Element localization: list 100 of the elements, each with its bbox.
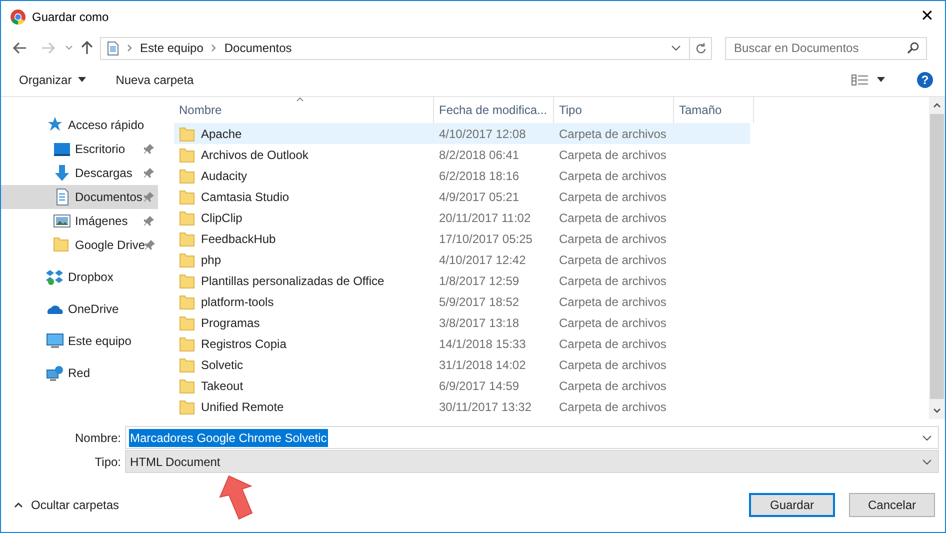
scrollbar[interactable] <box>929 97 945 419</box>
breadcrumb-link[interactable]: Este equipo <box>140 39 204 57</box>
file-type: Carpeta de archivos <box>558 168 668 184</box>
view-options-icon <box>851 74 869 86</box>
file-row[interactable]: Apache 4/10/2017 12:08 Carpeta de archivos <box>174 123 750 144</box>
sidebar-item[interactable]: Escritorio <box>1 137 158 161</box>
folder-icon <box>179 252 195 268</box>
type-dropdown[interactable]: HTML Document <box>125 450 939 473</box>
file-row[interactable]: FeedbackHub 17/10/2017 05:25 Carpeta de archivos <box>174 228 750 249</box>
file-name: Apache <box>201 126 242 142</box>
file-name: Archivos de Outlook <box>201 146 308 164</box>
sidebar-item[interactable]: Acceso rápido <box>1 113 158 137</box>
sidebar-item[interactable]: OneDrive <box>1 297 158 321</box>
folder-icon <box>53 236 71 254</box>
network-icon <box>46 364 64 382</box>
file-row[interactable]: ClipClip 20/11/2017 11:02 Carpeta de archivos <box>174 207 750 228</box>
file-type: Carpeta de archivos <box>558 336 668 352</box>
field-label: Tipo: <box>94 454 122 470</box>
sidebar-item[interactable]: Descargas <box>1 161 158 185</box>
sidebar-item[interactable]: Dropbox <box>1 265 158 289</box>
folder-icon <box>179 314 195 330</box>
folder-icon <box>179 378 195 394</box>
file-name: Plantillas personalizadas de Office <box>201 272 384 290</box>
file-type: Carpeta de archivos <box>558 356 668 374</box>
file-row[interactable]: Unified Remote 30/11/2017 13:32 Carpeta de archivos <box>174 396 750 417</box>
chevron-down-icon <box>65 45 73 51</box>
file-type: Carpeta de archivos <box>558 272 668 290</box>
file-row[interactable]: Audacity 6/2/2018 18:16 Carpeta de archivos <box>174 165 750 186</box>
file-name: Camtasia Studio <box>201 188 290 206</box>
down-arrow-icon <box>53 164 71 182</box>
folder-icon <box>179 230 195 246</box>
breadcrumb-link[interactable]: Documentos <box>224 39 292 57</box>
file-type: Carpeta de archivos <box>558 188 668 206</box>
sidebar-item[interactable]: Este equipo <box>1 329 158 353</box>
file-type: Carpeta de archivos <box>558 378 668 394</box>
address-bar[interactable]: Este equipo Documentos <box>100 36 712 60</box>
file-row[interactable]: Programas 3/8/2017 13:18 Carpeta de archivos <box>174 312 750 333</box>
organize-button[interactable]: Organizar <box>19 70 86 88</box>
chevron-down-icon <box>922 434 932 440</box>
folder-icon <box>179 146 195 162</box>
dialog-button[interactable]: Cancelar <box>849 493 935 517</box>
scroll-thumb[interactable] <box>930 114 944 399</box>
new-folder-button[interactable]: Nueva carpeta <box>116 70 194 88</box>
search-field[interactable]: Buscar en Documentos <box>725 36 927 60</box>
file-type: Carpeta de archivos <box>558 126 668 142</box>
file-type: Carpeta de archivos <box>558 230 668 248</box>
caret-down-icon <box>78 77 86 82</box>
file-date: 8/2/2018 06:41 <box>438 146 520 164</box>
up-arrow-icon <box>81 41 93 55</box>
file-type: Carpeta de archivos <box>558 398 668 416</box>
file-date: 4/10/2017 12:42 <box>438 252 527 268</box>
file-type: Carpeta de archivos <box>558 210 668 226</box>
file-row[interactable]: Plantillas personalizadas de Office 1/8/2017 12:59 Carpeta de archivos <box>174 270 750 291</box>
file-name: FeedbackHub <box>201 230 276 248</box>
search-icon <box>907 42 919 54</box>
file-date: 17/10/2017 05:25 <box>438 230 534 248</box>
file-row[interactable]: Solvetic 31/1/2018 14:02 Carpeta de archivos <box>174 354 750 375</box>
document-icon <box>107 40 119 56</box>
folder-icon <box>179 356 195 372</box>
file-type: Carpeta de archivos <box>558 294 668 310</box>
file-date: 5/9/2017 18:52 <box>438 294 520 310</box>
image-icon <box>53 212 71 230</box>
chevron-down-icon <box>922 458 932 464</box>
file-date: 20/11/2017 11:02 <box>438 210 532 226</box>
chevron-down-icon <box>671 45 681 51</box>
hide-folders-button[interactable]: Ocultar carpetas <box>14 496 120 514</box>
file-row[interactable]: Archivos de Outlook 8/2/2018 06:41 Carpeta de archivos <box>174 144 750 165</box>
folder-icon <box>179 168 195 184</box>
file-row[interactable]: Camtasia Studio 4/9/2017 05:21 Carpeta de archivos <box>174 186 750 207</box>
sidebar-item[interactable]: Documentos <box>1 185 158 209</box>
field-label: Nombre: <box>74 430 122 446</box>
dialog-button[interactable]: Guardar <box>749 493 835 517</box>
file-date: 1/8/2017 12:59 <box>438 272 520 290</box>
filename-field[interactable]: Marcadores Google Chrome Solvetic <box>125 426 939 449</box>
file-type: Carpeta de archivos <box>558 314 668 332</box>
file-date: 6/2/2018 18:16 <box>438 168 520 184</box>
file-type: Carpeta de archivos <box>558 252 668 268</box>
file-name: Programas <box>201 314 260 332</box>
file-date: 6/9/2017 14:59 <box>438 378 520 394</box>
help-button[interactable]: ? <box>917 72 933 88</box>
back-arrow-icon <box>13 42 27 54</box>
file-row[interactable]: Registros Copia 14/1/2018 15:33 Carpeta de archivos <box>174 333 750 354</box>
file-date: 4/9/2017 05:21 <box>438 188 520 206</box>
star-icon <box>46 116 64 134</box>
folder-icon <box>179 272 195 288</box>
file-row[interactable]: Takeout 6/9/2017 14:59 Carpeta de archivos <box>174 375 750 396</box>
scroll-up-icon <box>933 103 941 108</box>
browser-logo-icon <box>10 9 26 25</box>
file-name: ClipClip <box>201 210 242 226</box>
file-date: 4/10/2017 12:08 <box>438 126 527 142</box>
sidebar-item[interactable]: Imágenes <box>1 209 158 233</box>
file-row[interactable]: php 4/10/2017 12:42 Carpeta de archivos <box>174 249 750 270</box>
close-button[interactable]: ✕ <box>909 2 945 32</box>
sidebar-item[interactable]: Google Drive <box>1 233 158 257</box>
file-name: php <box>201 252 222 268</box>
folder-icon <box>179 398 195 414</box>
scroll-down-icon <box>933 408 941 413</box>
file-name: Unified Remote <box>201 398 284 416</box>
file-row[interactable]: platform-tools 5/9/2017 18:52 Carpeta de archivos <box>174 291 750 312</box>
sidebar-item[interactable]: Red <box>1 361 158 385</box>
